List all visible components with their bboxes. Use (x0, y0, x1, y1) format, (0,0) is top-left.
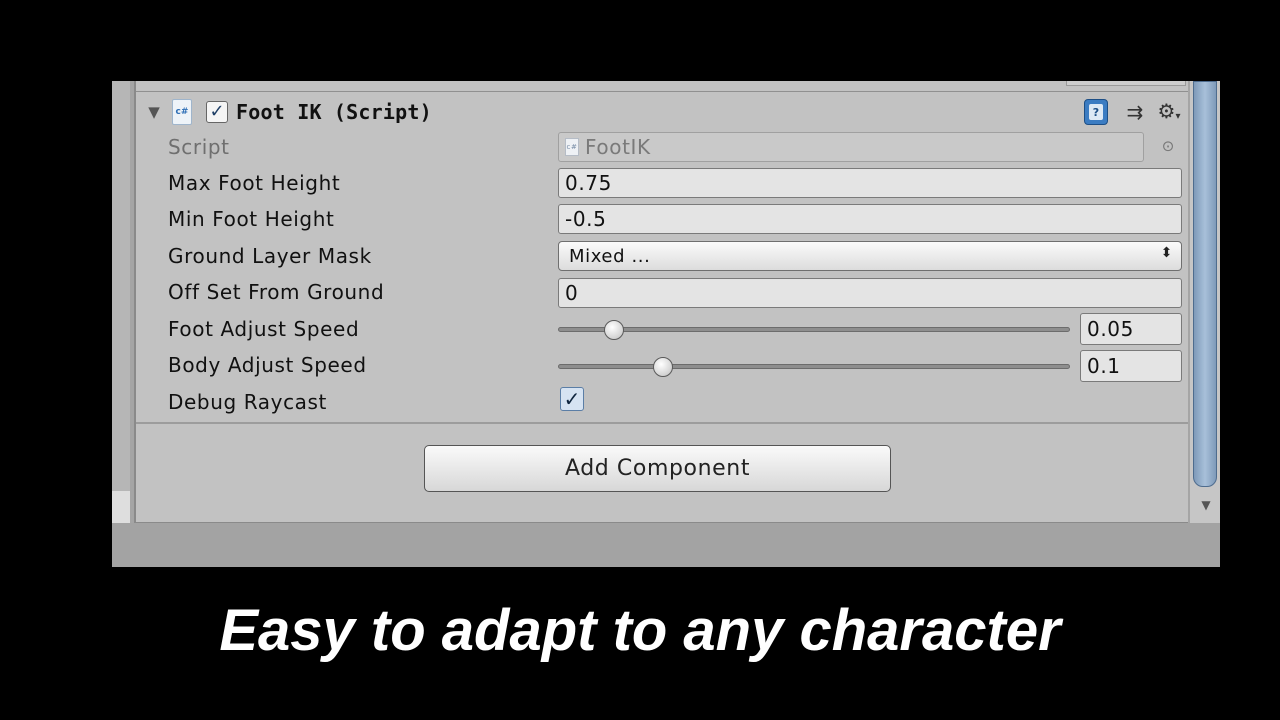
max-foot-height-label: Max Foot Height (168, 171, 341, 195)
component-title[interactable]: Foot IK (Script) (236, 97, 432, 127)
script-object-value: FootIK (585, 135, 651, 159)
foot-adjust-speed-label: Foot Adjust Speed (168, 317, 360, 341)
debug-raycast-checkbox[interactable]: ✓ (560, 387, 584, 411)
script-object-field[interactable]: c# FootIK (558, 132, 1144, 162)
checkmark-icon: ✓ (563, 387, 581, 411)
offset-from-ground-label: Off Set From Ground (168, 280, 385, 304)
min-foot-height-label: Min Foot Height (168, 207, 335, 231)
min-foot-height-field[interactable]: -0.5 (558, 204, 1182, 234)
ground-layer-mask-value: Mixed ... (569, 245, 651, 267)
foot-adjust-speed-slider-thumb[interactable] (604, 320, 625, 340)
component-bottom-separator (136, 422, 1188, 424)
scroll-down-arrow-icon[interactable]: ▼ (1198, 497, 1214, 513)
inspector-panel: ▼ c# ✓ Foot IK (Script) ? ⇉ ⚙ ▾ Script c#… (136, 81, 1188, 523)
help-book-icon[interactable]: ? (1084, 99, 1108, 125)
body-adjust-speed-label: Body Adjust Speed (168, 353, 367, 377)
dropdown-arrows-icon: ⬍ (1160, 245, 1173, 261)
inspector-empty-area (112, 523, 1220, 567)
ground-layer-mask-dropdown[interactable]: Mixed ... ⬍ (558, 241, 1182, 271)
body-adjust-speed-slider-thumb[interactable] (652, 357, 673, 377)
component-enabled-checkbox[interactable]: ✓ (206, 101, 228, 123)
offset-from-ground-field[interactable]: 0 (558, 278, 1182, 308)
csharp-script-icon: c# (172, 99, 192, 125)
caption-text: Easy to adapt to any character (219, 598, 1061, 663)
vertical-scrollbar[interactable]: ▼ (1190, 81, 1220, 523)
foot-adjust-speed-slider-track[interactable] (558, 327, 1070, 332)
left-panel-highlight (112, 491, 130, 523)
script-file-icon: c# (565, 138, 579, 156)
max-foot-height-field[interactable]: 0.75 (558, 168, 1182, 198)
ground-layer-mask-label: Ground Layer Mask (168, 244, 372, 268)
foldout-triangle-icon[interactable]: ▼ (146, 97, 162, 127)
component-separator (136, 91, 1188, 92)
unity-inspector-screenshot: ▼ c# ✓ Foot IK (Script) ? ⇉ ⚙ ▾ Script c#… (112, 81, 1220, 567)
previous-component-edge (1066, 81, 1186, 86)
foot-adjust-speed-field[interactable]: 0.05 (1080, 313, 1182, 345)
left-panel-edge (112, 81, 130, 523)
gear-menu-icon[interactable]: ⚙ ▾ (1154, 97, 1184, 125)
body-adjust-speed-field[interactable]: 0.1 (1080, 350, 1182, 382)
presets-sliders-icon[interactable]: ⇉ (1122, 99, 1148, 125)
scrollbar-thumb[interactable] (1193, 81, 1217, 487)
checkmark-icon: ✓ (209, 101, 225, 122)
debug-raycast-label: Debug Raycast (168, 390, 327, 414)
object-picker-icon[interactable]: ⊙ (1158, 135, 1178, 157)
add-component-button[interactable]: Add Component (424, 445, 891, 492)
script-label: Script (168, 135, 230, 159)
body-adjust-speed-slider-track[interactable] (558, 364, 1070, 369)
